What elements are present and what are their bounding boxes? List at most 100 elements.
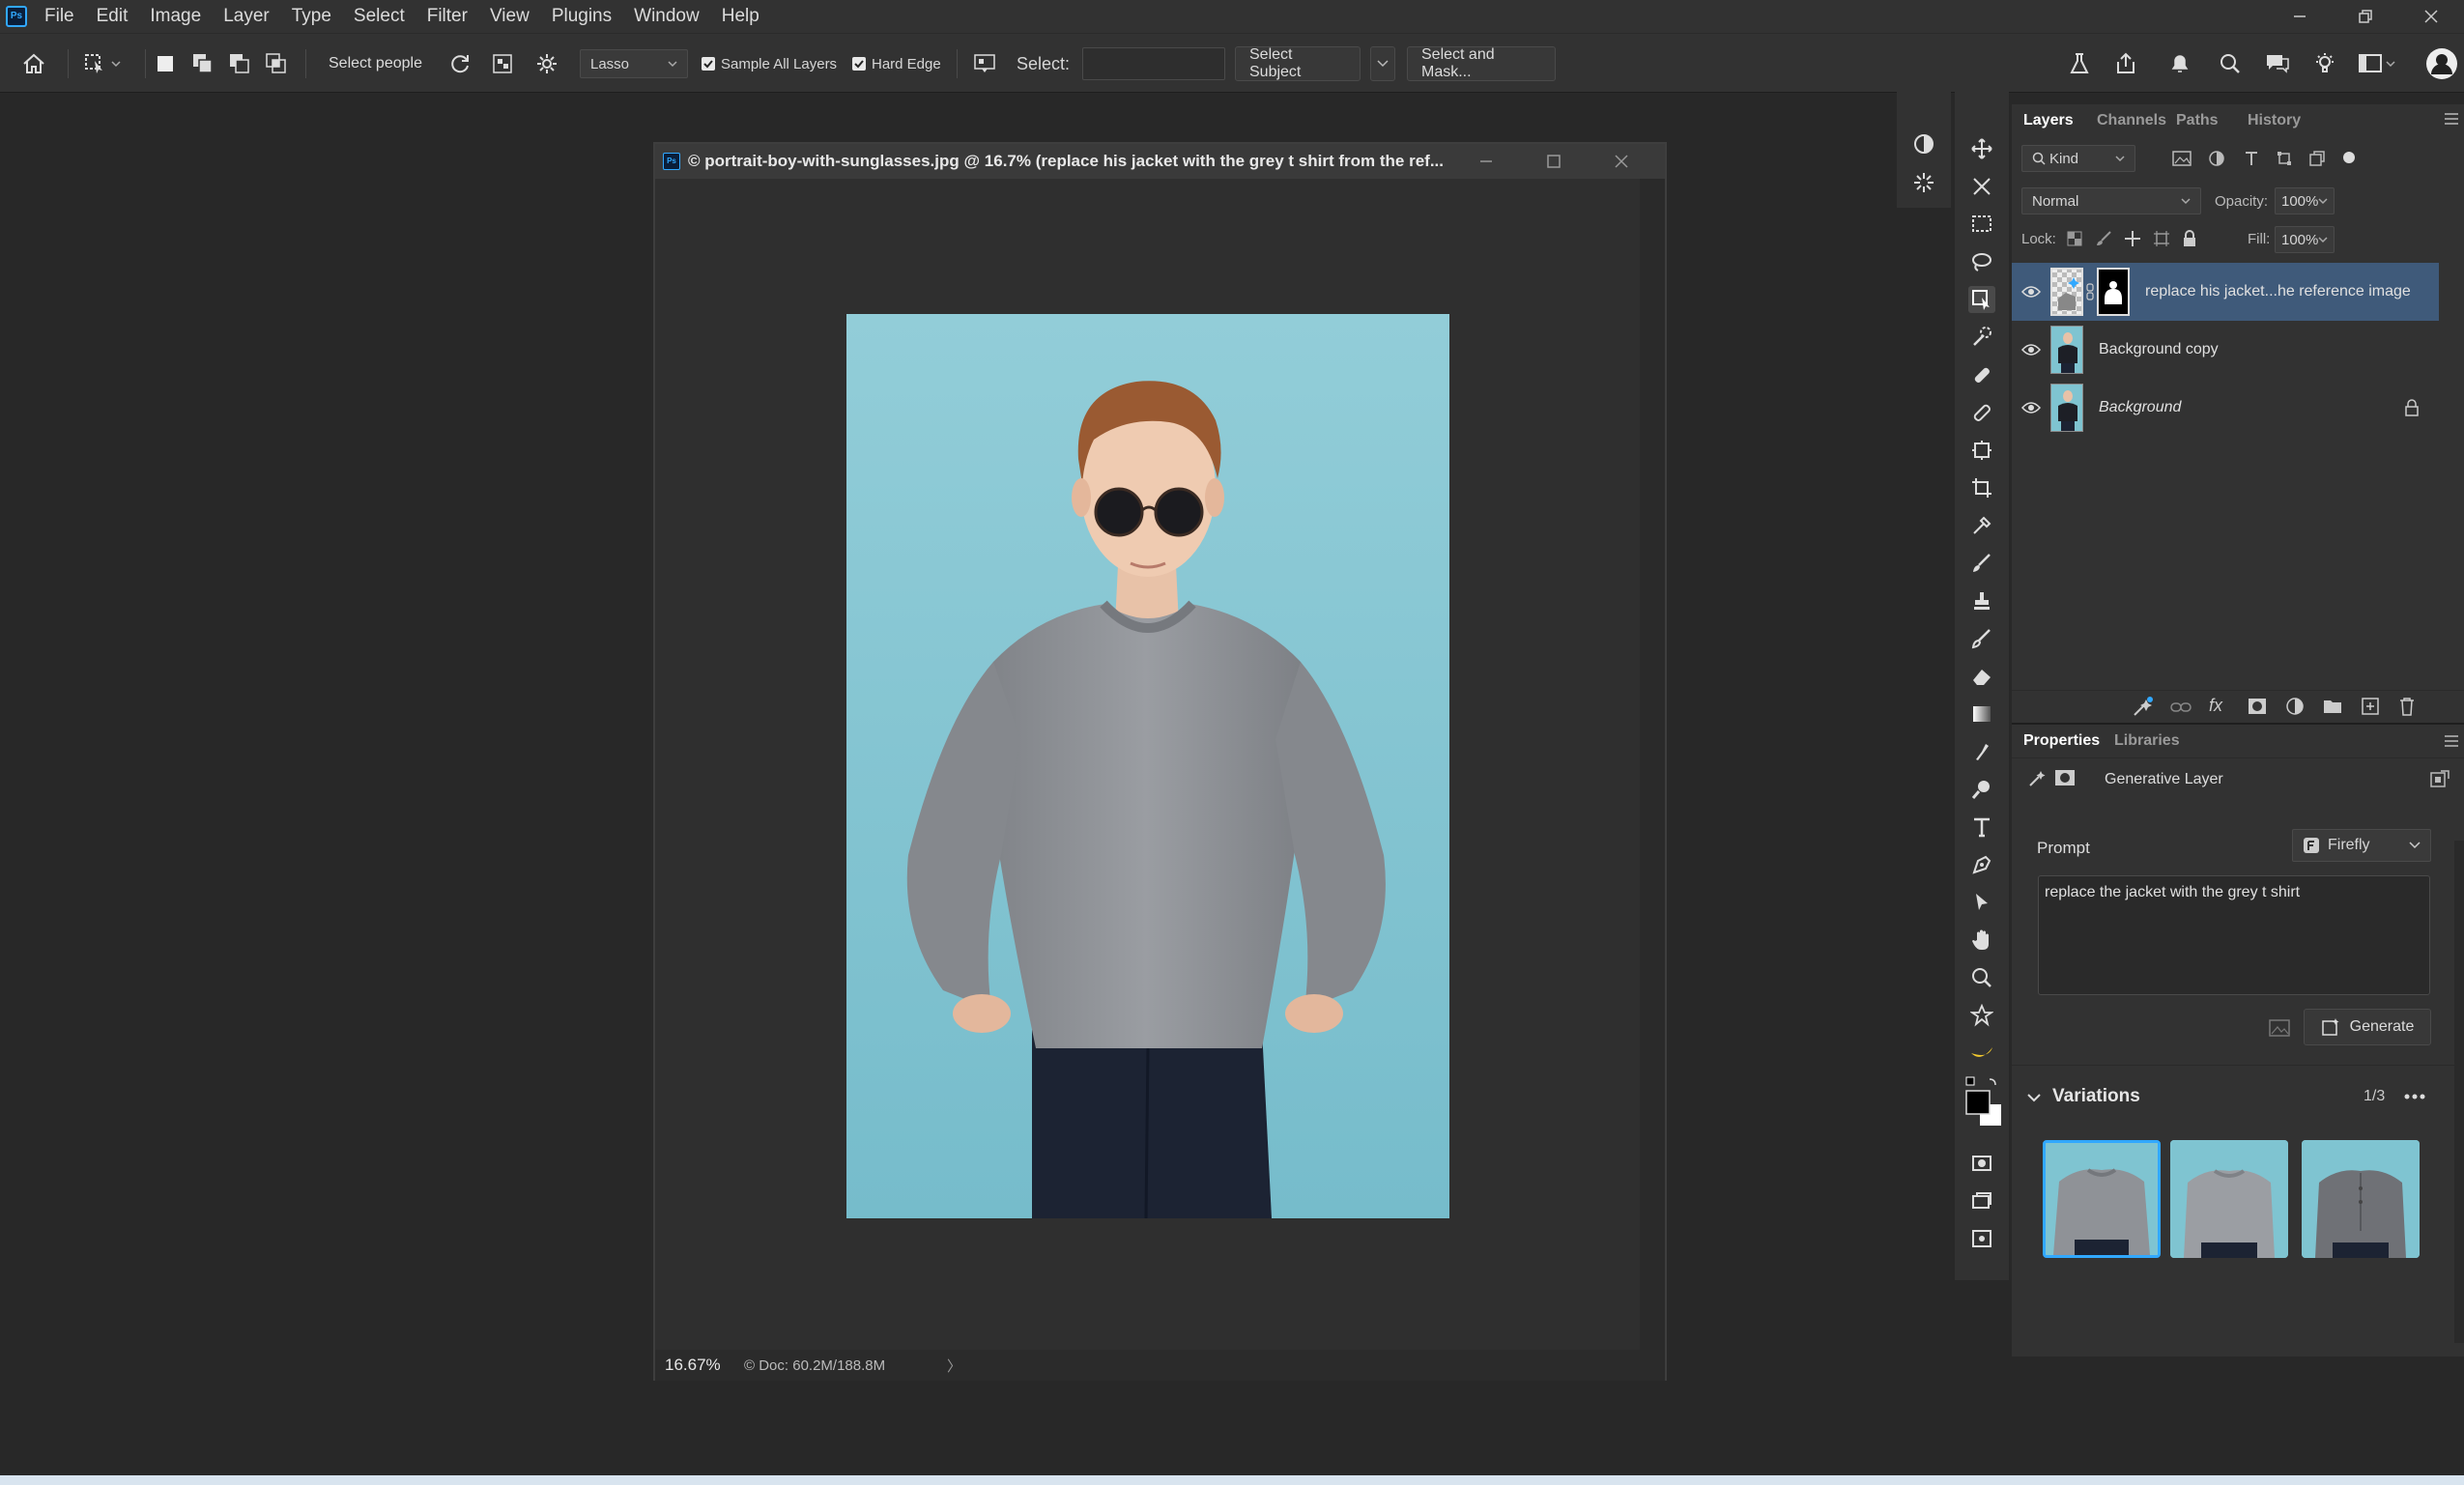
menu-image[interactable]: Image xyxy=(150,6,201,27)
lock-pixels-icon[interactable] xyxy=(2095,230,2112,247)
document-vertical-scrollbar[interactable] xyxy=(1640,179,1665,1350)
eye-icon[interactable] xyxy=(2012,401,2050,414)
lasso-tool-icon[interactable] xyxy=(1968,248,1995,275)
brush-tool-icon[interactable] xyxy=(1968,550,1995,577)
menu-view[interactable]: View xyxy=(490,6,530,27)
more-options-icon[interactable] xyxy=(2404,1094,2425,1099)
variation-thumbnail-3[interactable] xyxy=(2302,1140,2420,1258)
tab-history[interactable]: History xyxy=(2248,112,2301,129)
pen-tool-icon[interactable] xyxy=(1968,851,1995,878)
tab-properties[interactable]: Properties xyxy=(2023,732,2100,750)
move-tool-icon[interactable] xyxy=(1968,135,1995,162)
restore-icon[interactable] xyxy=(2333,0,2398,33)
filter-toggle-icon[interactable] xyxy=(2342,151,2356,166)
kind-filter-dropdown[interactable]: Kind xyxy=(2021,145,2135,172)
banana-icon[interactable] xyxy=(1968,1040,1995,1067)
clone-stamp-tool-icon[interactable] xyxy=(1968,587,1995,614)
select-mode-icon[interactable] xyxy=(972,46,997,81)
spot-healing-tool-icon[interactable] xyxy=(1968,361,1995,388)
quick-selection-tool-icon[interactable] xyxy=(1968,324,1995,351)
add-mask-icon[interactable] xyxy=(2248,698,2267,715)
filter-smart-object-icon[interactable] xyxy=(2309,151,2325,166)
filter-type-icon[interactable] xyxy=(2244,150,2259,167)
menu-file[interactable]: File xyxy=(44,6,74,27)
lock-all-icon[interactable] xyxy=(2182,230,2197,247)
share-icon[interactable] xyxy=(2114,46,2137,81)
generative-fill-tool-icon[interactable] xyxy=(1968,437,1995,464)
zoom-level[interactable]: 16.67% xyxy=(665,1356,731,1375)
select-subject-options-button[interactable] xyxy=(1370,46,1395,81)
eye-icon[interactable] xyxy=(2012,343,2050,357)
edit-toolbar-icon[interactable] xyxy=(1968,1225,1995,1252)
object-selection-tool-icon[interactable] xyxy=(1968,286,1995,313)
smudge-tool-icon[interactable] xyxy=(1968,738,1995,765)
generative-sparkle-icon[interactable] xyxy=(1910,169,1937,196)
gear-icon[interactable] xyxy=(535,46,559,81)
doc-minimize-icon[interactable] xyxy=(1452,144,1520,179)
photoshop-logo-icon[interactable]: Ps xyxy=(6,6,27,27)
select-and-mask-button[interactable]: Select and Mask... xyxy=(1407,46,1556,81)
subtract-from-selection-icon[interactable] xyxy=(228,46,251,81)
tab-libraries[interactable]: Libraries xyxy=(2114,732,2180,750)
avatar[interactable] xyxy=(2425,46,2458,81)
lock-transparent-icon[interactable] xyxy=(2066,230,2083,247)
menu-window[interactable]: Window xyxy=(634,6,700,27)
sample-all-layers-checkbox[interactable]: Sample All Layers xyxy=(702,46,837,81)
panel-menu-icon[interactable] xyxy=(2443,112,2460,126)
new-layer-icon[interactable] xyxy=(2362,698,2379,715)
hand-tool-icon[interactable] xyxy=(1968,927,1995,954)
blend-mode-dropdown[interactable]: Normal xyxy=(2021,187,2201,214)
link-layers-icon[interactable] xyxy=(2170,700,2192,715)
color-swatches[interactable] xyxy=(1963,1075,2001,1129)
folder-icon[interactable] xyxy=(2323,698,2342,715)
menu-edit[interactable]: Edit xyxy=(97,6,129,27)
lock-artboard-icon[interactable] xyxy=(2153,230,2170,247)
fx-icon[interactable]: fx xyxy=(2209,696,2222,716)
select-input[interactable] xyxy=(1082,46,1225,81)
panel-menu-icon[interactable] xyxy=(2443,734,2460,748)
zoom-tool-icon[interactable] xyxy=(1968,964,1995,991)
eraser-tool-icon[interactable] xyxy=(1968,663,1995,690)
opacity-input[interactable]: 100% xyxy=(2275,187,2335,214)
discover-icon[interactable] xyxy=(2265,46,2290,81)
minimize-icon[interactable] xyxy=(2267,0,2333,33)
artboard-tool-icon[interactable] xyxy=(1968,173,1995,200)
history-brush-tool-icon[interactable] xyxy=(1968,625,1995,652)
model-dropdown[interactable]: Firefly xyxy=(2292,829,2431,862)
filter-shape-icon[interactable] xyxy=(2277,151,2292,166)
layer-row-background[interactable]: Background xyxy=(2012,379,2439,437)
convert-icon[interactable] xyxy=(2429,769,2450,788)
layer-row-generative[interactable]: replace his jacket...he reference image xyxy=(2012,263,2439,321)
mode-lasso-dropdown[interactable]: Lasso xyxy=(580,46,688,81)
search-icon[interactable] xyxy=(2219,46,2242,81)
menu-type[interactable]: Type xyxy=(292,6,331,27)
link-icon[interactable] xyxy=(2083,283,2097,300)
object-selection-tool-icon[interactable] xyxy=(83,46,122,81)
intersect-selection-icon[interactable] xyxy=(265,46,288,81)
select-people-dropdown[interactable]: Select people xyxy=(317,46,436,81)
doc-maximize-icon[interactable] xyxy=(1520,144,1588,179)
tab-paths[interactable]: Paths xyxy=(2176,112,2219,129)
crop-tool-icon[interactable] xyxy=(1968,474,1995,501)
generate-button[interactable]: Generate xyxy=(2304,1009,2431,1045)
variation-thumbnail-2[interactable] xyxy=(2170,1140,2288,1258)
eyedropper-tool-icon[interactable] xyxy=(1968,512,1995,539)
layer-row-background-copy[interactable]: Background copy xyxy=(2012,321,2439,379)
flask-icon[interactable] xyxy=(2068,46,2091,81)
lock-position-icon[interactable] xyxy=(2124,230,2141,247)
workspace-icon[interactable] xyxy=(2358,46,2396,81)
close-icon[interactable] xyxy=(2398,0,2464,33)
star-icon[interactable] xyxy=(1968,1002,1995,1029)
properties-scrollbar[interactable] xyxy=(2454,841,2464,1343)
gradient-tool-icon[interactable] xyxy=(1968,700,1995,728)
lock-icon[interactable] xyxy=(2404,399,2420,416)
doc-close-icon[interactable] xyxy=(1588,144,1655,179)
adjustment-layer-icon[interactable] xyxy=(2286,698,2304,715)
tab-channels[interactable]: Channels xyxy=(2097,112,2166,129)
dodge-tool-icon[interactable] xyxy=(1968,776,1995,803)
type-tool-icon[interactable] xyxy=(1968,814,1995,841)
menu-plugins[interactable]: Plugins xyxy=(552,6,612,27)
reference-image-icon[interactable] xyxy=(2269,1018,2290,1038)
variation-thumbnail-1[interactable] xyxy=(2043,1140,2161,1258)
filter-adjustment-icon[interactable] xyxy=(2209,151,2224,166)
